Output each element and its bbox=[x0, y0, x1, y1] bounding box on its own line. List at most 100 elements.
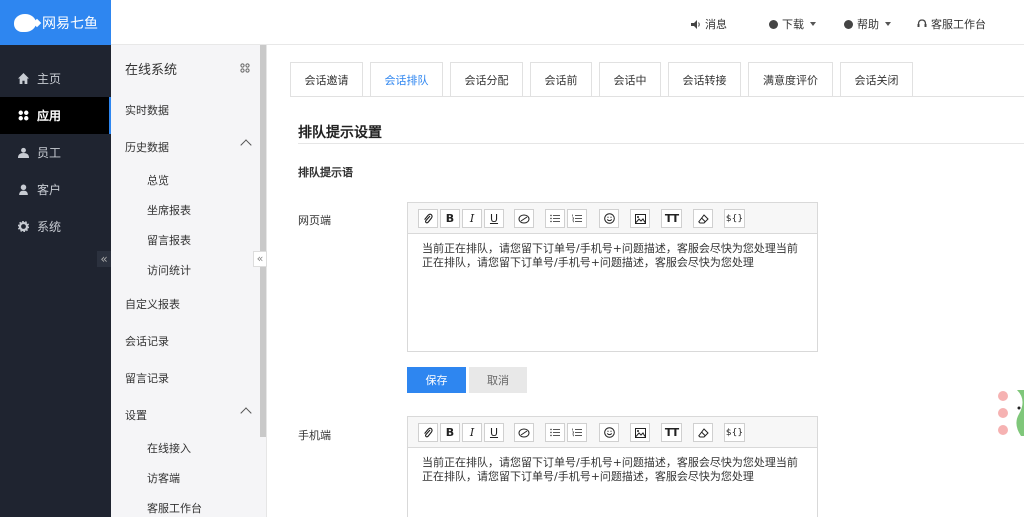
sub-child-visit-stats[interactable]: 访问统计 bbox=[111, 255, 266, 285]
cancel-button[interactable]: 取消 bbox=[469, 367, 527, 393]
save-button[interactable]: 保存 bbox=[407, 367, 466, 393]
tab-satisfaction[interactable]: 满意度评价 bbox=[748, 62, 833, 97]
main-content: 会话邀请 会话排队 会话分配 会话前 会话中 会话转接 满意度评价 会话关闭 排… bbox=[268, 45, 1024, 517]
collapse-sidebar-button[interactable]: « bbox=[97, 251, 111, 267]
underline-button[interactable]: U bbox=[484, 209, 504, 228]
fish-logo-icon bbox=[14, 13, 36, 32]
secondary-sidebar: 在线系统 实时数据 历史数据 总览 坐席报表 留言报表 访问统计 自定义报表 会… bbox=[111, 45, 267, 517]
bold-button[interactable]: B bbox=[440, 209, 460, 228]
font-size-button[interactable]: TT bbox=[661, 423, 682, 442]
download-icon bbox=[769, 19, 778, 29]
apps-icon bbox=[18, 110, 29, 121]
bullet-list-icon bbox=[550, 428, 560, 437]
variable-button[interactable]: ${} bbox=[724, 423, 745, 442]
tab-before[interactable]: 会话前 bbox=[530, 62, 592, 97]
web-label: 网页端 bbox=[298, 214, 331, 227]
attach-button[interactable] bbox=[418, 209, 438, 228]
download-menu[interactable]: 下载 bbox=[769, 16, 816, 32]
tab-invite[interactable]: 会话邀请 bbox=[290, 62, 363, 97]
web-editor-content[interactable]: 当前正在排队，请您留下订单号/手机号+问题描述，客服会尽快为您处理当前正在排队，… bbox=[408, 234, 817, 278]
tab-transfer[interactable]: 会话转接 bbox=[668, 62, 741, 97]
bullet-list-button[interactable] bbox=[545, 423, 565, 442]
sub-child-overview[interactable]: 总览 bbox=[111, 165, 266, 195]
emoji-button[interactable] bbox=[599, 423, 619, 442]
smiley-icon bbox=[603, 213, 615, 224]
bold-button[interactable]: B bbox=[440, 423, 460, 442]
nav-item-system[interactable]: 系统 bbox=[0, 208, 111, 245]
numbered-list-icon bbox=[572, 428, 582, 437]
nav-label: 客户 bbox=[37, 183, 62, 197]
eraser-format-button[interactable] bbox=[514, 209, 534, 228]
sub-child-online-access[interactable]: 在线接入 bbox=[111, 433, 266, 463]
section-title: 排队提示设置 bbox=[298, 125, 382, 141]
underline-button[interactable]: U bbox=[484, 423, 504, 442]
editor-toolbar: B I U TT ${} bbox=[408, 203, 817, 234]
sub-child-message-report[interactable]: 留言报表 bbox=[111, 225, 266, 255]
workbench-link[interactable]: 客服工作台 bbox=[917, 16, 986, 32]
chevron-up-icon bbox=[240, 407, 252, 419]
tab-assign[interactable]: 会话分配 bbox=[450, 62, 523, 97]
image-button[interactable] bbox=[630, 209, 650, 228]
chevron-down-icon bbox=[885, 22, 891, 26]
eraser-button[interactable] bbox=[693, 209, 713, 228]
image-button[interactable] bbox=[630, 423, 650, 442]
collapse-subnav-button[interactable]: « bbox=[253, 251, 267, 267]
sub-nav-title: 在线系统 bbox=[125, 62, 178, 78]
numbered-list-button[interactable] bbox=[567, 209, 587, 228]
subsection-title: 排队提示语 bbox=[298, 166, 353, 179]
image-icon bbox=[634, 427, 646, 438]
switch-icon[interactable] bbox=[240, 63, 250, 73]
nav-item-apps[interactable]: 应用 bbox=[0, 97, 111, 134]
font-size-button[interactable]: TT bbox=[661, 209, 682, 228]
sub-item-custom-report[interactable]: 自定义报表 bbox=[111, 285, 266, 322]
sub-child-workbench[interactable]: 客服工作台 bbox=[111, 493, 266, 517]
eraser-button[interactable] bbox=[693, 423, 713, 442]
numbered-list-button[interactable] bbox=[567, 423, 587, 442]
tab-divider bbox=[290, 96, 1024, 97]
help-icon bbox=[844, 19, 853, 29]
sub-item-history[interactable]: 历史数据 bbox=[111, 128, 266, 165]
sub-item-message-records[interactable]: 留言记录 bbox=[111, 359, 266, 396]
paperclip-icon bbox=[424, 213, 433, 224]
bullet-list-button[interactable] bbox=[545, 209, 565, 228]
nav-item-customer[interactable]: 客户 bbox=[0, 171, 111, 208]
chevron-up-icon bbox=[240, 139, 252, 151]
sub-child-agent-report[interactable]: 坐席报表 bbox=[111, 195, 266, 225]
top-bar: 消息 下载 帮助 客服工作台 bbox=[111, 0, 1024, 45]
help-menu[interactable]: 帮助 bbox=[844, 16, 891, 32]
eraser-format-button[interactable] bbox=[514, 423, 534, 442]
bullet-list-icon bbox=[550, 214, 560, 223]
mobile-editor: B I U TT ${} 当前正在排队，请您留下订单号/手机号+问题描述，客服会… bbox=[407, 416, 818, 517]
nav-item-staff[interactable]: 员工 bbox=[0, 134, 111, 171]
italic-button[interactable]: I bbox=[462, 423, 482, 442]
attach-button[interactable] bbox=[418, 423, 438, 442]
sub-item-label: 设置 bbox=[125, 408, 147, 422]
sub-item-realtime[interactable]: 实时数据 bbox=[111, 91, 266, 128]
mobile-editor-content[interactable]: 当前正在排队，请您留下订单号/手机号+问题描述，客服会尽快为您处理当前正在排队，… bbox=[408, 448, 817, 492]
messages-link[interactable]: 消息 bbox=[691, 16, 727, 32]
sub-nav-header: 在线系统 bbox=[111, 45, 266, 91]
paperclip-icon bbox=[424, 427, 433, 438]
brand-logo[interactable]: 网易七鱼 bbox=[0, 0, 111, 45]
nav-label: 系统 bbox=[37, 220, 62, 234]
home-icon bbox=[18, 73, 29, 84]
sub-nav-scrollbar[interactable] bbox=[260, 45, 266, 437]
sub-child-visitor-side[interactable]: 访客端 bbox=[111, 463, 266, 493]
headset-icon bbox=[917, 19, 927, 27]
customer-icon bbox=[19, 184, 28, 195]
tab-during[interactable]: 会话中 bbox=[599, 62, 661, 97]
workbench-label: 客服工作台 bbox=[931, 18, 986, 31]
sub-item-session-records[interactable]: 会话记录 bbox=[111, 322, 266, 359]
variable-button[interactable]: ${} bbox=[724, 209, 745, 228]
sub-item-settings[interactable]: 设置 bbox=[111, 396, 266, 433]
gear-icon bbox=[18, 221, 29, 232]
tab-close[interactable]: 会话关闭 bbox=[840, 62, 913, 97]
nav-item-home[interactable]: 主页 bbox=[0, 60, 111, 97]
brand-name: 网易七鱼 bbox=[42, 15, 98, 32]
mascot-widget-icon[interactable] bbox=[995, 390, 1024, 450]
tab-queue[interactable]: 会话排队 bbox=[370, 62, 443, 97]
messages-label: 消息 bbox=[705, 18, 727, 31]
italic-button[interactable]: I bbox=[462, 209, 482, 228]
emoji-button[interactable] bbox=[599, 209, 619, 228]
download-label: 下载 bbox=[782, 18, 804, 31]
